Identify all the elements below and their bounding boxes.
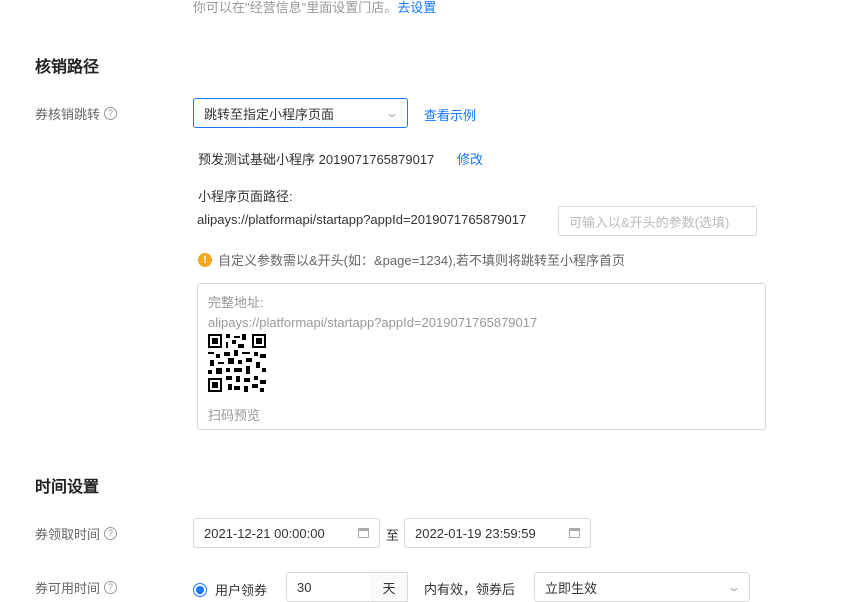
chevron-down-icon: ⌄ xyxy=(384,106,400,120)
custom-param-input[interactable]: 可输入以&开头的参数(选填) xyxy=(558,206,757,236)
modify-app-link[interactable]: 修改 xyxy=(457,149,483,168)
help-icon[interactable]: ? xyxy=(104,107,118,120)
radio-selected-icon[interactable] xyxy=(193,582,207,597)
redeem-jump-select[interactable]: 跳转至指定小程序页面 ⌄ xyxy=(193,98,408,128)
view-example-link[interactable]: 查看示例 xyxy=(424,105,476,124)
help-icon[interactable]: ? xyxy=(104,527,118,540)
radio-user-claim-label: 用户领券 xyxy=(215,583,268,598)
valid-days-value: 30 xyxy=(297,579,312,595)
end-date-value: 2022-01-19 23:59:59 xyxy=(415,525,536,541)
store-hint-text: 你可以在"经营信息"里面设置门店。 xyxy=(193,0,398,15)
custom-param-placeholder: 可输入以&开头的参数(选填) xyxy=(569,214,730,230)
days-unit-addon: 天 xyxy=(371,572,408,602)
param-warning-text: 自定义参数需以&开头(如：&page=1234),若不填则将跳转至小程序首页 xyxy=(218,253,626,268)
end-date-picker[interactable]: 2022-01-19 23:59:59 xyxy=(404,518,591,548)
page-path-label: 小程序页面路径: xyxy=(198,189,293,204)
usable-time-label-text: 券可用时间 xyxy=(35,581,101,596)
section-title-redeem-path: 核销路径 xyxy=(35,59,100,76)
store-setting-hint: 你可以在"经营信息"里面设置门店。去设置 xyxy=(193,0,436,16)
start-date-picker[interactable]: 2021-12-21 00:00:00 xyxy=(193,518,380,548)
redeem-jump-select-value: 跳转至指定小程序页面 xyxy=(204,106,335,122)
scan-preview-label: 扫码预览 xyxy=(208,408,261,423)
calendar-icon xyxy=(569,528,580,538)
days-unit-text: 天 xyxy=(382,580,396,596)
usable-time-label: 券可用时间 ? xyxy=(35,578,118,597)
date-range-separator: 至 xyxy=(386,528,400,543)
valid-days-input[interactable]: 30 xyxy=(286,572,372,602)
effective-time-value: 立即生效 xyxy=(545,580,598,596)
effective-time-select[interactable]: 立即生效 ⌄ xyxy=(534,572,750,602)
redeem-jump-label: 券核销跳转 ? xyxy=(35,104,118,123)
qr-code-icon xyxy=(208,334,266,392)
warning-icon: ! xyxy=(198,252,212,267)
help-icon[interactable]: ? xyxy=(104,581,118,594)
chevron-down-icon: ⌄ xyxy=(726,580,742,594)
receive-time-label-text: 券领取时间 xyxy=(35,527,101,542)
redeem-jump-label-text: 券核销跳转 xyxy=(35,107,101,122)
valid-after-text: 内有效，领券后 xyxy=(424,582,516,597)
receive-time-label: 券领取时间 ? xyxy=(35,524,118,543)
param-warning: ! 自定义参数需以&开头(如：&page=1234),若不填则将跳转至小程序首页 xyxy=(198,250,625,269)
full-address-label: 完整地址: xyxy=(208,295,264,310)
calendar-icon xyxy=(358,528,369,538)
address-preview-box: 完整地址: alipays://platformapi/startapp?app… xyxy=(197,283,766,430)
page-path-value: alipays://platformapi/startapp?appId=201… xyxy=(197,212,527,227)
section-title-time-settings: 时间设置 xyxy=(35,479,100,496)
go-setting-link[interactable]: 去设置 xyxy=(397,0,436,15)
full-address-value: alipays://platformapi/startapp?appId=201… xyxy=(208,315,538,330)
start-date-value: 2021-12-21 00:00:00 xyxy=(204,525,325,541)
mini-app-info: 预发测试基础小程序 2019071765879017 xyxy=(198,152,435,167)
radio-user-claim[interactable]: 用户领券 xyxy=(193,580,267,599)
